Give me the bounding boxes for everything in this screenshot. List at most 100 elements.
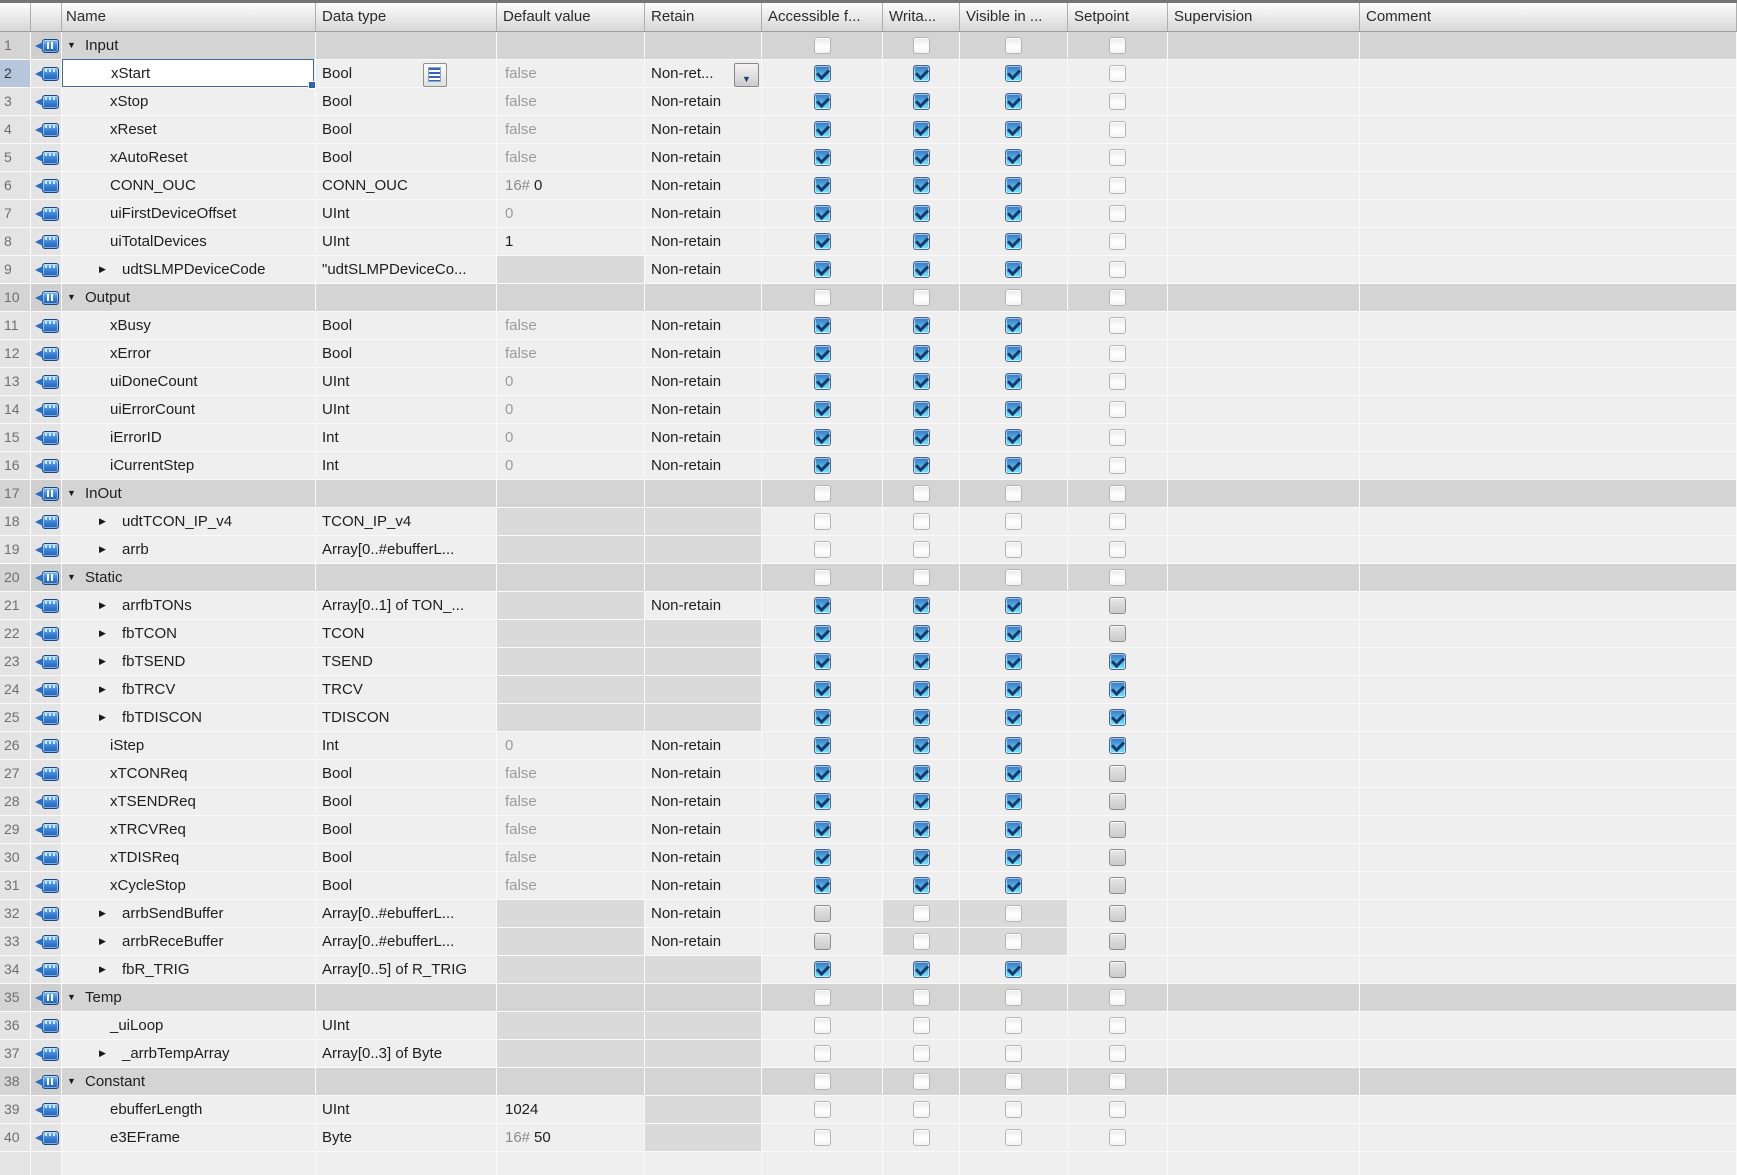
visible-checkbox[interactable] — [1005, 513, 1022, 530]
accessible-checkbox[interactable] — [814, 821, 831, 838]
supervision-cell[interactable] — [1168, 648, 1360, 676]
comment-cell[interactable] — [1360, 1012, 1737, 1040]
setpoint-checkbox[interactable] — [1109, 121, 1126, 138]
datatype-cell[interactable]: Bool — [316, 788, 497, 816]
name-cell[interactable]: iStep — [62, 732, 316, 760]
row-number[interactable]: 37 — [0, 1040, 31, 1068]
row-number[interactable]: 2 — [0, 60, 31, 88]
comment-cell[interactable] — [1360, 396, 1737, 424]
comment-cell[interactable] — [1360, 900, 1737, 928]
visible-checkbox[interactable] — [1005, 1017, 1022, 1034]
datatype-cell[interactable]: Bool — [316, 144, 497, 172]
name-cell[interactable]: ▼Output — [62, 284, 316, 312]
row-number[interactable]: 27 — [0, 760, 31, 788]
row-number[interactable]: 24 — [0, 676, 31, 704]
header-accessible[interactable]: Accessible f... — [762, 3, 883, 31]
name-cell[interactable]: xCycleStop — [62, 872, 316, 900]
datatype-cell[interactable]: TSEND — [316, 648, 497, 676]
default-value-cell[interactable] — [497, 32, 645, 60]
visible-checkbox[interactable] — [1005, 821, 1022, 838]
header-setpoint[interactable]: Setpoint — [1068, 3, 1168, 31]
comment-cell[interactable] — [1360, 368, 1737, 396]
supervision-cell[interactable] — [1168, 452, 1360, 480]
header-writable[interactable]: Writa... — [883, 3, 960, 31]
row-number[interactable]: 33 — [0, 928, 31, 956]
default-value-cell[interactable]: 0 — [497, 452, 645, 480]
supervision-cell[interactable] — [1168, 760, 1360, 788]
retain-cell[interactable] — [645, 984, 762, 1012]
collapse-arrow[interactable]: ▼ — [67, 480, 76, 507]
accessible-checkbox[interactable] — [814, 709, 831, 726]
setpoint-checkbox[interactable] — [1109, 149, 1126, 166]
header-visible[interactable]: Visible in ... — [960, 3, 1068, 31]
default-value-cell[interactable]: false — [497, 816, 645, 844]
accessible-checkbox[interactable] — [814, 233, 831, 250]
datatype-cell[interactable] — [316, 564, 497, 592]
name-cell[interactable]: ▶udtSLMPDeviceCode — [62, 256, 316, 284]
visible-checkbox[interactable] — [1005, 261, 1022, 278]
supervision-cell[interactable] — [1168, 844, 1360, 872]
accessible-checkbox[interactable] — [814, 177, 831, 194]
datatype-cell[interactable]: Bool — [316, 60, 497, 88]
writable-checkbox[interactable] — [913, 1129, 930, 1146]
visible-checkbox[interactable] — [1005, 457, 1022, 474]
default-value-cell[interactable]: 0 — [497, 732, 645, 760]
comment-cell[interactable] — [1360, 956, 1737, 984]
row-number[interactable]: 17 — [0, 480, 31, 508]
writable-checkbox[interactable] — [913, 765, 930, 782]
accessible-checkbox[interactable] — [814, 1017, 831, 1034]
datatype-cell[interactable]: CONN_OUC — [316, 172, 497, 200]
retain-cell[interactable]: Non-retain — [645, 844, 762, 872]
default-value-cell[interactable]: false — [497, 844, 645, 872]
accessible-checkbox[interactable] — [814, 653, 831, 670]
comment-cell[interactable] — [1360, 732, 1737, 760]
datatype-cell[interactable]: Int — [316, 732, 497, 760]
comment-cell[interactable] — [1360, 312, 1737, 340]
name-cell[interactable]: ▶fbTDISCON — [62, 704, 316, 732]
supervision-cell[interactable] — [1168, 1124, 1360, 1152]
accessible-checkbox[interactable] — [814, 1045, 831, 1062]
visible-checkbox[interactable] — [1005, 345, 1022, 362]
comment-cell[interactable] — [1360, 676, 1737, 704]
row-number[interactable]: 15 — [0, 424, 31, 452]
datatype-cell[interactable]: Int — [316, 424, 497, 452]
comment-cell[interactable] — [1360, 116, 1737, 144]
accessible-checkbox[interactable] — [814, 513, 831, 530]
visible-checkbox[interactable] — [1005, 429, 1022, 446]
comment-cell[interactable] — [1360, 928, 1737, 956]
datatype-cell[interactable]: Bool — [316, 760, 497, 788]
accessible-checkbox[interactable] — [814, 429, 831, 446]
comment-cell[interactable] — [1360, 144, 1737, 172]
name-cell[interactable]: ▼Static — [62, 564, 316, 592]
row-number[interactable]: 38 — [0, 1068, 31, 1096]
comment-cell[interactable] — [1360, 508, 1737, 536]
retain-cell[interactable] — [645, 32, 762, 60]
datatype-cell[interactable] — [316, 480, 497, 508]
visible-checkbox[interactable] — [1005, 1129, 1022, 1146]
header-data-type[interactable]: Data type — [316, 3, 497, 31]
supervision-cell[interactable] — [1168, 928, 1360, 956]
name-cell[interactable]: CONN_OUC — [62, 172, 316, 200]
datatype-cell[interactable]: TRCV — [316, 676, 497, 704]
writable-checkbox[interactable] — [913, 849, 930, 866]
name-cell[interactable]: uiFirstDeviceOffset — [62, 200, 316, 228]
accessible-checkbox[interactable] — [814, 793, 831, 810]
default-value-cell[interactable]: 16#0 — [497, 172, 645, 200]
expand-arrow[interactable]: ▶ — [99, 508, 106, 535]
supervision-cell[interactable] — [1168, 536, 1360, 564]
writable-checkbox[interactable] — [913, 877, 930, 894]
setpoint-checkbox[interactable] — [1109, 205, 1126, 222]
accessible-checkbox[interactable] — [814, 65, 831, 82]
retain-cell[interactable]: Non-retain — [645, 816, 762, 844]
setpoint-checkbox[interactable] — [1109, 681, 1126, 698]
expand-arrow[interactable]: ▶ — [99, 900, 106, 927]
writable-checkbox[interactable] — [913, 457, 930, 474]
name-cell[interactable]: iCurrentStep — [62, 452, 316, 480]
accessible-checkbox[interactable] — [814, 205, 831, 222]
retain-cell[interactable]: Non-retain — [645, 788, 762, 816]
comment-cell[interactable] — [1360, 200, 1737, 228]
retain-cell[interactable] — [645, 480, 762, 508]
supervision-cell[interactable] — [1168, 368, 1360, 396]
header-rownum[interactable] — [0, 3, 31, 31]
accessible-checkbox[interactable] — [814, 373, 831, 390]
